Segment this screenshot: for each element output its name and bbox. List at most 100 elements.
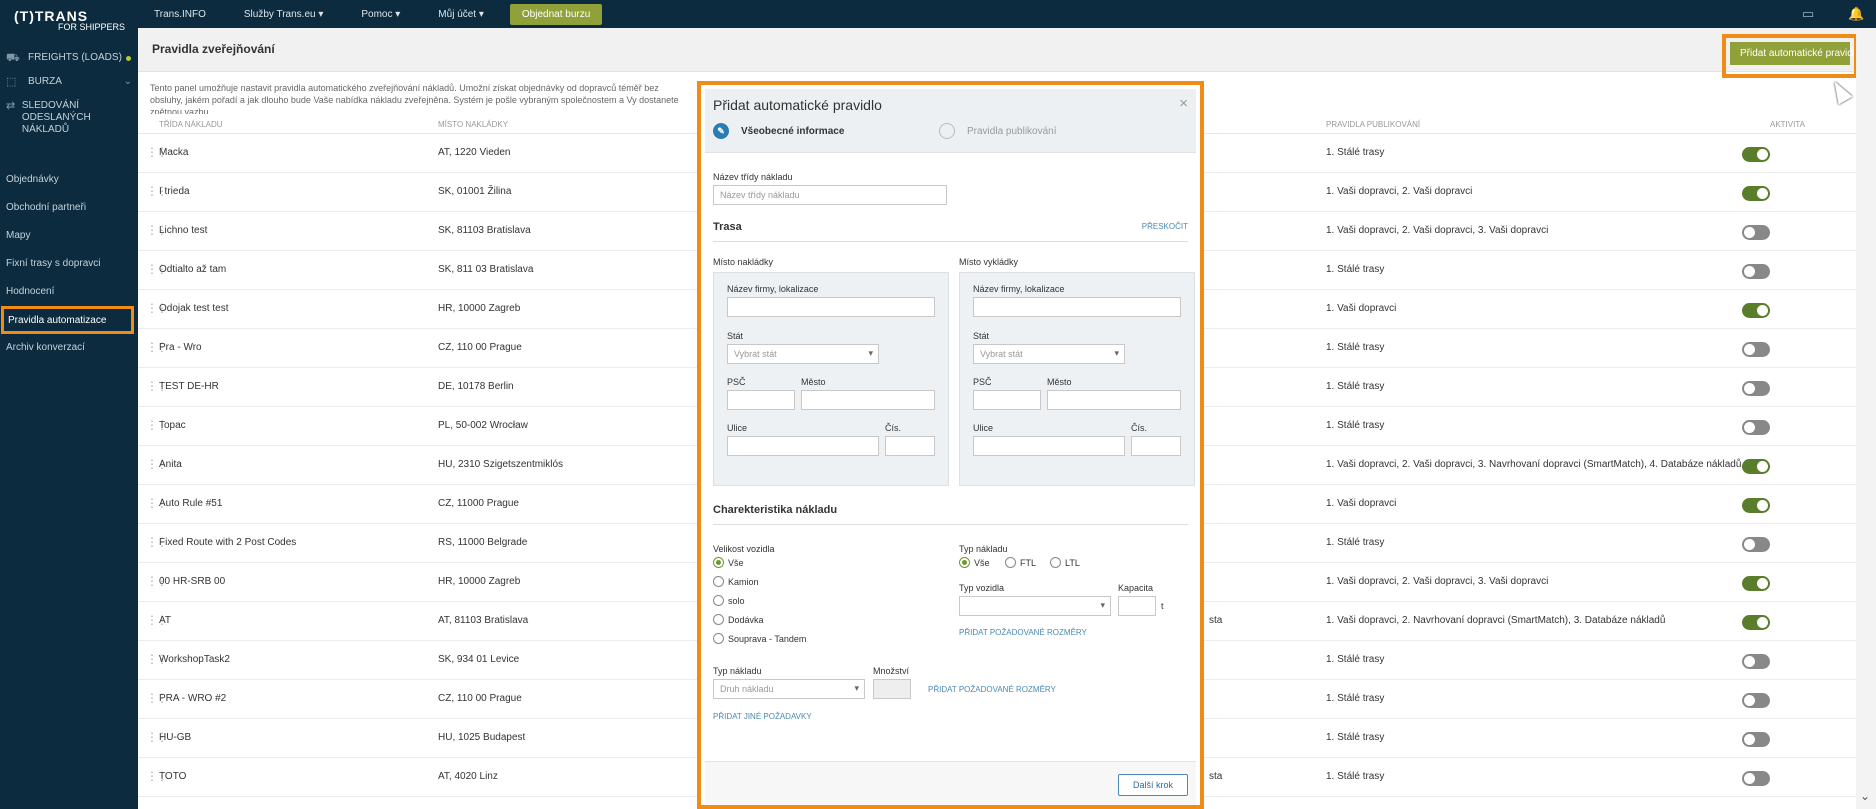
rule-name[interactable]: WorkshopTask2 [159,654,230,665]
radio-icon [1005,557,1016,568]
activity-toggle[interactable] [1742,420,1770,435]
loading-country-select[interactable]: Vybrat stát [727,344,879,364]
radio-load-ltl[interactable]: LTL [1050,557,1080,568]
class-name-input[interactable]: Název třídy nákladu [713,185,947,205]
rule-name[interactable]: TEST DE-HR [159,381,219,392]
radio-size-all[interactable]: Vše [713,557,744,568]
page-scrollbar[interactable]: ⌄ [1856,28,1876,809]
rule-name[interactable]: Lichno test [159,225,207,236]
rule-name[interactable]: I trieda [159,186,190,197]
radio-size-tandem[interactable]: Souprava - Tandem [713,633,806,644]
nav-help[interactable]: Pomoc ▾ [361,9,400,20]
nav-trans-info[interactable]: Trans.INFO [154,9,206,20]
rule-loading-place: SK, 811 03 Bratislava [438,264,534,275]
quantity-input[interactable] [873,679,911,699]
radio-size-van[interactable]: Dodávka [713,614,764,625]
sidebar-item-burza[interactable]: ⬚ BURZA ⌄ [0,70,138,94]
activity-toggle[interactable] [1742,576,1770,591]
column-header-place[interactable]: MÍSTO NAKLÁDKY [438,120,508,129]
step-general-info[interactable]: ✎ Všeobecné informace [713,123,844,139]
sidebar-item-tracking[interactable]: ⇄ SLEDOVÁNÍ ODESLANÝCH NÁKLADŮ [0,94,138,142]
radio-icon [1050,557,1061,568]
unloading-street-input[interactable] [973,436,1125,456]
capacity-input[interactable] [1118,596,1156,616]
activity-toggle[interactable] [1742,264,1770,279]
column-header-rules[interactable]: PRAVIDLA PUBLIKOVÁNÍ [1326,120,1420,129]
activity-toggle[interactable] [1742,342,1770,357]
activity-toggle[interactable] [1742,771,1770,786]
rule-name[interactable]: AT [159,615,171,626]
vehicle-type-select[interactable] [959,596,1111,616]
notification-dot [125,56,131,61]
chevron-down-icon[interactable]: ⌄ [1860,789,1870,803]
sidebar-item-partners[interactable]: Obchodní partneři [0,194,138,222]
activity-toggle[interactable] [1742,654,1770,669]
radio-icon [713,576,724,587]
activity-toggle[interactable] [1742,537,1770,552]
add-automatic-rule-button[interactable]: Přidat automatické pravidlo [1730,42,1854,65]
radio-selected-icon [713,557,724,568]
sidebar-item-ratings[interactable]: Hodnocení [0,278,138,306]
add-dimensions-link[interactable]: PŘIDAT POŽADOVANÉ ROZMĚRY [959,628,1087,637]
sidebar-item-orders[interactable]: Objednávky [0,166,138,194]
loading-company-input[interactable] [727,297,935,317]
unloading-company-input[interactable] [973,297,1181,317]
sidebar-item-freights[interactable]: ⛟ FREIGHTS (LOADS) [0,46,138,70]
radio-size-solo[interactable]: solo [713,595,745,606]
unloading-city-input[interactable] [1047,390,1181,410]
sidebar-item-automation-rules[interactable]: Pravidla automatizace [1,306,134,334]
column-header-class[interactable]: TŘÍDA NÁKLADU [159,120,223,129]
rule-name[interactable]: Odtialto až tam [159,264,226,275]
loading-number-input[interactable] [885,436,935,456]
sidebar-item-archive[interactable]: Archiv konverzací [0,334,138,362]
order-exchange-button[interactable]: Objednat burzu [509,3,603,25]
rule-name[interactable]: Fixed Route with 2 Post Codes [159,537,296,548]
column-header-activity[interactable]: AKTIVITA [1770,120,1805,129]
unloading-country-select[interactable]: Vybrat stát [973,344,1125,364]
activity-toggle[interactable] [1742,147,1770,162]
radio-load-all[interactable]: Vše [959,557,990,568]
activity-toggle[interactable] [1742,693,1770,708]
radio-load-ftl[interactable]: FTL [1005,557,1036,568]
loading-psc-input[interactable] [727,390,795,410]
step-label: Pravidla publikování [967,125,1057,137]
step-publishing-rules[interactable]: Pravidla publikování [939,123,1057,139]
radio-size-truck[interactable]: Kamion [713,576,759,587]
rule-name[interactable]: Pra - Wro [159,342,202,353]
rule-name[interactable]: Topac [159,420,186,431]
activity-toggle[interactable] [1742,615,1770,630]
rule-name[interactable]: Auto Rule #51 [159,498,222,509]
bell-icon[interactable]: 🔔 [1848,6,1864,22]
chat-icon[interactable]: ▭ [1802,6,1814,22]
sidebar-item-maps[interactable]: Mapy [0,222,138,250]
sidebar-item-fixed-routes[interactable]: Fixní trasy s dopravci [0,250,138,278]
activity-toggle[interactable] [1742,459,1770,474]
next-step-button[interactable]: Další krok [1117,774,1188,796]
add-other-requirements-link[interactable]: PŘIDAT JINÉ POŽADAVKY [713,712,812,721]
activity-toggle[interactable] [1742,303,1770,318]
unloading-number-input[interactable] [1131,436,1181,456]
rule-name[interactable]: HU-GB [159,732,191,743]
loading-city-input[interactable] [801,390,935,410]
unloading-psc-input[interactable] [973,390,1041,410]
skip-link[interactable]: PŘESKOČIT [1142,222,1188,231]
rule-name[interactable]: PRA - WRO #2 [159,693,226,704]
add-dimensions-link-2[interactable]: PŘIDAT POŽADOVANÉ ROZMĚRY [928,685,1056,694]
nav-services[interactable]: Služby Trans.eu ▾ [244,9,324,20]
tracking-icon: ⇄ [6,100,16,112]
rule-name[interactable]: Macka [159,147,188,158]
activity-toggle[interactable] [1742,225,1770,240]
activity-toggle[interactable] [1742,732,1770,747]
cargo-type-select[interactable]: Druh nákladu [713,679,865,699]
rule-name[interactable]: 00 HR-SRB 00 [159,576,225,587]
activity-toggle[interactable] [1742,381,1770,396]
activity-toggle[interactable] [1742,498,1770,513]
loading-street-input[interactable] [727,436,879,456]
rule-name[interactable]: TOTO [159,771,186,782]
close-icon[interactable]: × [1179,95,1188,112]
rule-name[interactable]: Anita [159,459,182,470]
activity-toggle[interactable] [1742,186,1770,201]
nav-account[interactable]: Můj účet ▾ [438,9,484,20]
trans-logo[interactable]: (T)TRANS FOR SHIPPERS [0,0,138,38]
rule-name[interactable]: Odojak test test [159,303,228,314]
